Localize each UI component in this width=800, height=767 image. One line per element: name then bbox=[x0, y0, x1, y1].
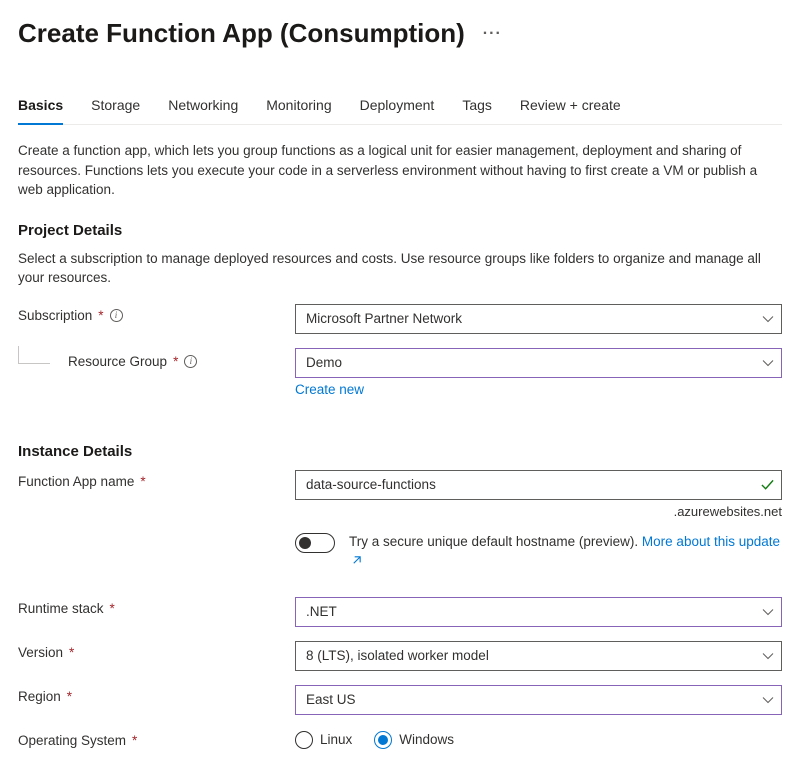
os-windows-label: Windows bbox=[399, 732, 454, 747]
resource-group-value: Demo bbox=[306, 355, 342, 370]
check-icon bbox=[761, 478, 774, 491]
external-link-icon bbox=[349, 553, 362, 568]
page-title-text: Create Function App (Consumption) bbox=[18, 18, 465, 49]
required-indicator: * bbox=[110, 601, 115, 616]
app-name-input[interactable] bbox=[295, 470, 782, 500]
app-name-label: Function App name bbox=[18, 474, 134, 489]
runtime-select[interactable]: .NET bbox=[295, 597, 782, 627]
secure-hostname-text: Try a secure unique default hostname (pr… bbox=[349, 533, 782, 571]
more-actions-icon[interactable]: ··· bbox=[483, 25, 502, 43]
os-radio-group: Linux Windows bbox=[295, 729, 782, 749]
tab-review-create[interactable]: Review + create bbox=[520, 97, 621, 124]
os-windows-radio[interactable]: Windows bbox=[374, 731, 454, 749]
intro-text: Create a function app, which lets you gr… bbox=[18, 141, 782, 200]
app-name-row: Function App name * .azurewebsites.net bbox=[18, 470, 782, 519]
info-icon[interactable]: i bbox=[110, 309, 123, 322]
os-label: Operating System bbox=[18, 733, 126, 748]
resource-group-row: Resource Group * i Demo Create new bbox=[18, 348, 782, 397]
page-title: Create Function App (Consumption) ··· bbox=[18, 18, 782, 49]
tab-basics[interactable]: Basics bbox=[18, 97, 63, 125]
radio-checked-icon bbox=[374, 731, 392, 749]
domain-suffix: .azurewebsites.net bbox=[295, 504, 782, 519]
tab-storage[interactable]: Storage bbox=[91, 97, 140, 124]
project-details-desc: Select a subscription to manage deployed… bbox=[18, 249, 782, 288]
version-label: Version bbox=[18, 645, 63, 660]
required-indicator: * bbox=[132, 733, 137, 748]
region-select[interactable]: East US bbox=[295, 685, 782, 715]
tab-networking[interactable]: Networking bbox=[168, 97, 238, 124]
region-row: Region * East US bbox=[18, 685, 782, 715]
tree-connector-icon bbox=[18, 346, 50, 364]
subscription-select[interactable]: Microsoft Partner Network bbox=[295, 304, 782, 334]
tab-monitoring[interactable]: Monitoring bbox=[266, 97, 331, 124]
region-value: East US bbox=[306, 692, 356, 707]
tab-tags[interactable]: Tags bbox=[462, 97, 492, 124]
create-new-resource-group-link[interactable]: Create new bbox=[295, 382, 364, 397]
required-indicator: * bbox=[69, 645, 74, 660]
version-value: 8 (LTS), isolated worker model bbox=[306, 648, 489, 663]
required-indicator: * bbox=[67, 689, 72, 704]
region-label: Region bbox=[18, 689, 61, 704]
runtime-label: Runtime stack bbox=[18, 601, 104, 616]
required-indicator: * bbox=[140, 474, 145, 489]
version-row: Version * 8 (LTS), isolated worker model bbox=[18, 641, 782, 671]
os-linux-label: Linux bbox=[320, 732, 352, 747]
subscription-label: Subscription bbox=[18, 308, 92, 323]
tab-deployment[interactable]: Deployment bbox=[360, 97, 435, 124]
radio-icon bbox=[295, 731, 313, 749]
required-indicator: * bbox=[173, 354, 178, 369]
subscription-value: Microsoft Partner Network bbox=[306, 311, 462, 326]
runtime-value: .NET bbox=[306, 604, 337, 619]
subscription-row: Subscription * i Microsoft Partner Netwo… bbox=[18, 304, 782, 334]
os-row: Operating System * Linux Windows bbox=[18, 729, 782, 749]
required-indicator: * bbox=[98, 308, 103, 323]
resource-group-select[interactable]: Demo bbox=[295, 348, 782, 378]
runtime-row: Runtime stack * .NET bbox=[18, 597, 782, 627]
instance-details-heading: Instance Details bbox=[18, 443, 782, 460]
version-select[interactable]: 8 (LTS), isolated worker model bbox=[295, 641, 782, 671]
os-linux-radio[interactable]: Linux bbox=[295, 731, 352, 749]
resource-group-label: Resource Group bbox=[68, 354, 167, 369]
info-icon[interactable]: i bbox=[184, 355, 197, 368]
secure-hostname-toggle[interactable] bbox=[295, 533, 335, 553]
project-details-heading: Project Details bbox=[18, 222, 782, 239]
hostname-toggle-row: Try a secure unique default hostname (pr… bbox=[18, 533, 782, 571]
wizard-tabs: Basics Storage Networking Monitoring Dep… bbox=[18, 97, 782, 125]
